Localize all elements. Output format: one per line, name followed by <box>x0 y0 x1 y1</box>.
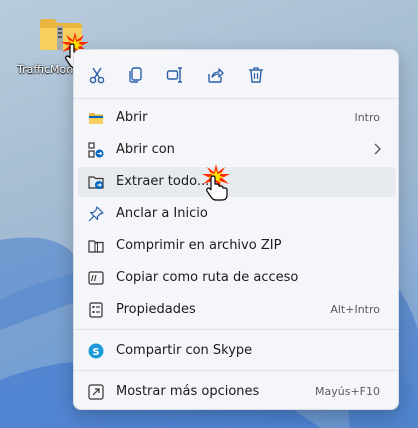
rename-button[interactable] <box>162 62 188 88</box>
menu-item-shortcut: Mayús+F10 <box>315 385 380 398</box>
rename-icon <box>166 67 182 83</box>
extract-icon <box>88 176 104 189</box>
menu-item-label: Anclar a Inicio <box>116 206 208 221</box>
menu-item-label: Copiar como ruta de acceso <box>116 270 299 285</box>
menu-item-label: Extraer todo... <box>116 174 210 189</box>
menu-item-label: Abrir <box>116 110 148 125</box>
folder-icon <box>89 113 103 124</box>
trash-icon <box>249 67 263 83</box>
svg-text:S: S <box>92 347 99 358</box>
menu-item-compress-zip[interactable]: Comprimir en archivo ZIP <box>78 231 396 261</box>
context-menu: Abrir Intro Abrir con Extraer todo... An… <box>73 49 399 410</box>
pin-icon <box>88 206 104 222</box>
menu-item-label: Abrir con <box>116 142 175 157</box>
copy-button[interactable] <box>123 62 149 88</box>
properties-icon <box>89 302 103 318</box>
cut-button[interactable] <box>84 62 110 88</box>
menu-item-label: Compartir con Skype <box>116 343 253 358</box>
menu-item-copy-path[interactable]: Copiar como ruta de acceso <box>78 263 396 293</box>
divider <box>74 329 398 330</box>
menu-item-label: Mostrar más opciones <box>116 384 260 399</box>
mouse-cursor-icon <box>202 164 230 201</box>
menu-item-shortcut: Intro <box>354 111 380 124</box>
skype-icon: S <box>88 343 104 359</box>
scissors-icon <box>89 67 105 84</box>
delete-button[interactable] <box>243 62 269 88</box>
menu-item-pin-start[interactable]: Anclar a Inicio <box>78 199 396 229</box>
menu-item-more-options[interactable]: Mostrar más opciones Mayús+F10 <box>78 377 396 407</box>
menu-item-share-skype[interactable]: S Compartir con Skype <box>78 336 396 366</box>
zip-icon <box>88 240 104 253</box>
divider <box>74 370 398 371</box>
menu-item-label: Propiedades <box>116 302 196 317</box>
more-options-icon <box>88 384 104 400</box>
menu-item-open-with[interactable]: Abrir con <box>78 135 396 165</box>
copy-icon <box>129 67 142 83</box>
share-button[interactable] <box>202 62 228 88</box>
open-with-icon <box>88 142 104 158</box>
menu-item-extract-all[interactable]: Extraer todo... <box>78 167 396 197</box>
menu-item-properties[interactable]: Propiedades Alt+Intro <box>78 295 396 325</box>
divider <box>74 98 398 99</box>
path-icon <box>88 271 104 285</box>
share-icon <box>208 68 224 83</box>
menu-item-label: Comprimir en archivo ZIP <box>116 238 282 253</box>
menu-item-open[interactable]: Abrir Intro <box>78 103 396 133</box>
menu-item-shortcut: Alt+Intro <box>330 303 380 316</box>
context-toolbar <box>74 50 398 98</box>
chevron-right-icon <box>374 143 381 155</box>
